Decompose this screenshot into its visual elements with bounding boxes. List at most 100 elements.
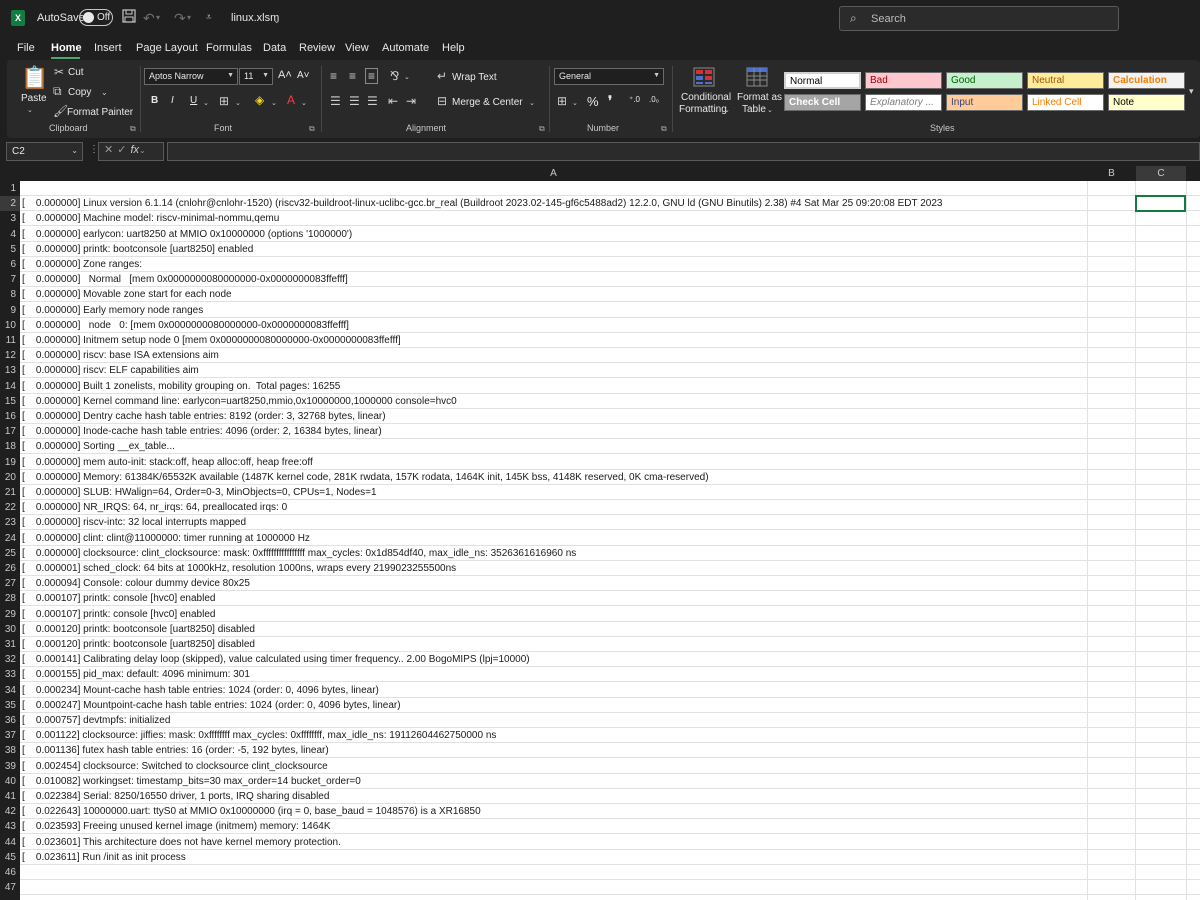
row-header[interactable]: 40 xyxy=(0,774,20,789)
row-header[interactable]: 15 xyxy=(0,394,20,409)
cell-a-text[interactable]: [ 0.000000] Kernel command line: earlyco… xyxy=(22,394,457,409)
cell-a-text[interactable]: [ 0.000000] SLUB: HWalign=64, Order=0-3,… xyxy=(22,485,377,500)
cell-a-text[interactable]: [ 0.000000] Movable zone start for each … xyxy=(22,287,232,302)
formula-input[interactable] xyxy=(167,142,1200,161)
column-header-c[interactable]: C xyxy=(1136,166,1186,181)
cell-a-text[interactable]: [ 0.000000] Sorting __ex_table... xyxy=(22,439,175,454)
cell-a-text[interactable]: [ 0.010082] workingset: timestamp_bits=3… xyxy=(22,774,361,789)
conditional-formatting-dropdown-icon[interactable]: ⌄ xyxy=(724,104,730,118)
row-header[interactable]: 6 xyxy=(0,257,20,272)
font-launcher-icon[interactable]: ⧉ xyxy=(309,124,315,134)
row-header[interactable]: 16 xyxy=(0,409,20,424)
number-format-select[interactable]: General ▼ xyxy=(554,68,664,85)
align-center-icon[interactable]: ☰ xyxy=(349,94,360,108)
increase-decimal-icon[interactable]: ⁺.0 xyxy=(629,95,640,104)
font-color-icon[interactable]: A xyxy=(287,93,295,107)
format-as-table-icon[interactable] xyxy=(746,67,768,90)
cell-a-text[interactable]: [ 0.000757] devtmpfs: initialized xyxy=(22,713,170,728)
format-as-table-line1[interactable]: Format as xyxy=(737,92,782,103)
cell-a-text[interactable]: [ 0.000000] clint: clint@11000000: timer… xyxy=(22,531,310,546)
row-header[interactable]: 21 xyxy=(0,485,20,500)
cell-a-text[interactable]: [ 0.000000] clocksource: clint_clocksour… xyxy=(22,546,576,561)
borders-dropdown-icon[interactable]: ⌄ xyxy=(235,97,241,111)
row-header[interactable]: 20 xyxy=(0,470,20,485)
cell-a-text[interactable]: [ 0.000000] NR_IRQS: 64, nr_irqs: 64, pr… xyxy=(22,500,287,515)
wrap-text-icon[interactable]: ↵ xyxy=(437,69,447,83)
cell-a-text[interactable]: [ 0.000120] printk: bootconsole [uart825… xyxy=(22,622,255,637)
row-header[interactable]: 34 xyxy=(0,683,20,698)
fill-color-icon[interactable]: ◈ xyxy=(255,93,264,107)
cell-a-text[interactable]: [ 0.000247] Mountpoint-cache hash table … xyxy=(22,698,401,713)
merge-center-icon[interactable]: ⊟ xyxy=(437,94,447,108)
row-header[interactable]: 31 xyxy=(0,637,20,652)
style-good[interactable]: Good xyxy=(946,72,1023,89)
row-header[interactable]: 32 xyxy=(0,652,20,667)
tab-review[interactable]: Review xyxy=(299,42,335,54)
bold-button[interactable]: B xyxy=(151,95,158,106)
cell-a-text[interactable]: [ 0.000000] Memory: 61384K/65532K availa… xyxy=(22,470,709,485)
cell-a-text[interactable]: [ 0.023611] Run /init as init process xyxy=(22,850,186,865)
paste-icon[interactable]: 📋 xyxy=(21,66,48,90)
row-header[interactable]: 33 xyxy=(0,667,20,682)
cell-a-text[interactable]: [ 0.001136] futex hash table entries: 16… xyxy=(22,743,329,758)
copy-dropdown-icon[interactable]: ⌄ xyxy=(101,86,108,100)
row-header[interactable]: 27 xyxy=(0,576,20,591)
tab-page-layout[interactable]: Page Layout xyxy=(136,42,198,54)
row-header[interactable]: 26 xyxy=(0,561,20,576)
row-header[interactable]: 9 xyxy=(0,303,20,318)
align-right-icon[interactable]: ☰ xyxy=(367,94,378,108)
style-bad[interactable]: Bad xyxy=(865,72,942,89)
cut-button[interactable]: Cut xyxy=(68,67,84,78)
increase-font-icon[interactable]: A˄ xyxy=(278,69,292,81)
orientation-icon[interactable]: ⅋ xyxy=(390,69,399,83)
cell-a-text[interactable]: [ 0.002454] clocksource: Switched to clo… xyxy=(22,759,328,774)
cell-a-text[interactable]: [ 0.000000] Initmem setup node 0 [mem 0x… xyxy=(22,333,401,348)
accounting-dropdown-icon[interactable]: ⌄ xyxy=(572,97,578,111)
cell-a-text[interactable]: [ 0.022384] Serial: 8250/16550 driver, 1… xyxy=(22,789,329,804)
conditional-formatting-icon[interactable] xyxy=(693,67,715,90)
row-header[interactable]: 29 xyxy=(0,607,20,622)
row-header[interactable]: 39 xyxy=(0,759,20,774)
merge-center-button[interactable]: Merge & Center xyxy=(452,97,523,108)
cell-a-text[interactable]: [ 0.000155] pid_max: default: 4096 minim… xyxy=(22,667,250,682)
format-painter-button[interactable]: Format Painter xyxy=(67,107,133,118)
style-explanatory[interactable]: Explanatory ... xyxy=(865,94,942,111)
tab-insert[interactable]: Insert xyxy=(94,42,122,54)
cell-a-text[interactable]: [ 0.000000] node 0: [mem 0x0000000080000… xyxy=(22,318,349,333)
cell-a-text[interactable]: [ 0.000000] Dentry cache hash table entr… xyxy=(22,409,386,424)
cell-a-text[interactable]: [ 0.000120] printk: bootconsole [uart825… xyxy=(22,637,255,652)
tab-data[interactable]: Data xyxy=(263,42,286,54)
underline-dropdown-icon[interactable]: ⌄ xyxy=(203,97,209,111)
cell-a-text[interactable]: [ 0.023601] This architecture does not h… xyxy=(22,835,341,850)
style-neutral[interactable]: Neutral xyxy=(1027,72,1104,89)
cell-a-text[interactable]: [ 0.000141] Calibrating delay loop (skip… xyxy=(22,652,530,667)
row-header[interactable]: 24 xyxy=(0,531,20,546)
wrap-text-button[interactable]: Wrap Text xyxy=(452,72,497,83)
number-launcher-icon[interactable]: ⧉ xyxy=(661,124,667,134)
cut-icon[interactable]: ✂ xyxy=(54,65,64,79)
cell-a-text[interactable]: [ 0.000000] Linux version 6.1.14 (cnlohr… xyxy=(22,196,942,211)
row-header[interactable]: 47 xyxy=(0,880,20,895)
accounting-format-icon[interactable]: ⊞ xyxy=(557,94,567,108)
row-header[interactable]: 46 xyxy=(0,865,20,880)
cell-a-text[interactable]: [ 0.022643] 10000000.uart: ttyS0 at MMIO… xyxy=(22,804,481,819)
cell-a-text[interactable]: [ 0.023593] Freeing unused kernel image … xyxy=(22,819,331,834)
name-box[interactable]: C2 ⌄ xyxy=(6,142,83,161)
paste-dropdown-icon[interactable]: ⌄ xyxy=(27,104,33,118)
italic-button[interactable]: I xyxy=(171,95,174,106)
row-header[interactable]: 25 xyxy=(0,546,20,561)
cell-a-text[interactable]: [ 0.000000] Zone ranges: xyxy=(22,257,142,272)
decrease-decimal-icon[interactable]: .0₀ xyxy=(649,95,659,104)
tab-automate[interactable]: Automate xyxy=(382,42,429,54)
row-header[interactable]: 37 xyxy=(0,728,20,743)
font-name-select[interactable]: Aptos Narrow ▼ xyxy=(144,68,238,85)
row-header[interactable]: 23 xyxy=(0,515,20,530)
row-header[interactable]: 5 xyxy=(0,242,20,257)
copy-icon[interactable]: ⧉ xyxy=(53,84,62,98)
font-color-dropdown-icon[interactable]: ⌄ xyxy=(301,97,307,111)
column-header-a[interactable]: A xyxy=(20,166,1087,181)
fx-dropdown-icon[interactable]: ⌄ xyxy=(139,146,146,155)
search-box[interactable]: ⌕ Search xyxy=(839,6,1119,31)
row-header[interactable]: 36 xyxy=(0,713,20,728)
format-painter-icon[interactable]: 🖌 xyxy=(53,104,68,118)
